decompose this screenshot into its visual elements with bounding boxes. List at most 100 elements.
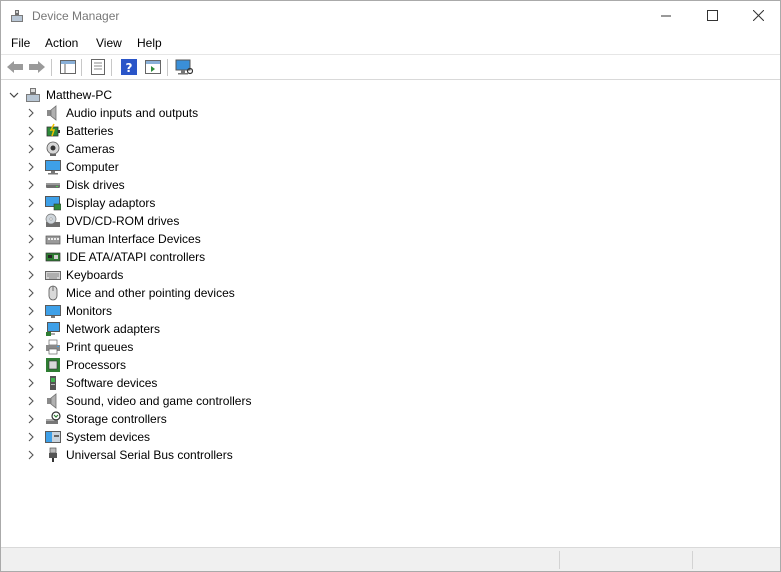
printer-icon (45, 339, 61, 355)
chevron-right-icon[interactable] (26, 230, 36, 248)
window-title: Device Manager (32, 9, 120, 23)
show-hide-console-tree-icon (60, 59, 76, 77)
chevron-right-icon[interactable] (26, 248, 36, 266)
tree-root-label: Matthew-PC (46, 88, 113, 102)
chevron-right-icon[interactable] (26, 122, 36, 140)
tree-item-system-devices[interactable]: System devices (26, 428, 150, 446)
tree-item-monitors[interactable]: Monitors (26, 302, 112, 320)
tree-item-label: Network adapters (66, 322, 161, 336)
menu-view[interactable]: View (96, 36, 122, 50)
chevron-right-icon[interactable] (26, 338, 36, 356)
tree-item-label: Human Interface Devices (66, 232, 201, 246)
chevron-right-icon[interactable] (26, 356, 36, 374)
software-device-icon (45, 375, 61, 391)
close-button[interactable] (735, 1, 781, 32)
tree-item-label: Computer (66, 160, 119, 174)
properties-button[interactable] (88, 58, 108, 78)
tree-item-label: Software devices (66, 376, 158, 390)
chevron-right-icon[interactable] (26, 176, 36, 194)
tree-item-label: Batteries (66, 124, 114, 138)
chevron-right-icon[interactable] (26, 302, 36, 320)
tree-item-cameras[interactable]: Cameras (26, 140, 115, 158)
ide-controller-icon (45, 249, 61, 265)
device-manager-app-icon (10, 9, 24, 23)
tree-item-label: Keyboards (66, 268, 124, 282)
title-bar[interactable]: Device Manager (1, 1, 780, 32)
tree-item-network-adapters[interactable]: Network adapters (26, 320, 160, 338)
menu-file[interactable]: File (11, 36, 30, 50)
system-device-icon (45, 429, 61, 445)
menu-help[interactable]: Help (137, 36, 162, 50)
tree-item-label: Mice and other pointing devices (66, 286, 235, 300)
toolbar: ? (1, 54, 780, 80)
tree-item-software-devices[interactable]: Software devices (26, 374, 157, 392)
maximize-button[interactable] (689, 1, 735, 32)
chevron-right-icon[interactable] (26, 158, 36, 176)
tree-item-keyboards[interactable]: Keyboards (26, 266, 123, 284)
usb-icon (45, 447, 61, 463)
tree-item-disk-drives[interactable]: Disk drives (26, 176, 125, 194)
chevron-right-icon[interactable] (26, 212, 36, 230)
network-adapter-icon (45, 321, 61, 337)
monitor-icon (45, 303, 61, 319)
tree-item-dvd-cd-rom-drives[interactable]: DVD/CD-ROM drives (26, 212, 179, 230)
tree-item-storage-controllers[interactable]: Storage controllers (26, 410, 167, 428)
disk-drive-icon (45, 177, 61, 193)
scan-hardware-button[interactable] (174, 58, 194, 78)
chevron-right-icon[interactable] (26, 374, 36, 392)
tree-item-label: Monitors (66, 304, 113, 318)
back-button[interactable] (5, 58, 25, 78)
toolbar-separator (81, 59, 82, 76)
hid-icon (45, 231, 61, 247)
chevron-right-icon[interactable] (26, 410, 36, 428)
tree-item-print-queues[interactable]: Print queues (26, 338, 133, 356)
minimize-button[interactable] (643, 1, 689, 32)
chevron-right-icon[interactable] (26, 284, 36, 302)
show-hide-console-tree-button[interactable] (58, 58, 78, 78)
tree-item-mice-and-other-pointing-devices[interactable]: Mice and other pointing devices (26, 284, 235, 302)
tree-item-label: Print queues (66, 340, 134, 354)
chevron-right-icon[interactable] (26, 428, 36, 446)
sound-controller-icon (45, 393, 61, 409)
tree-item-processors[interactable]: Processors (26, 356, 126, 374)
processor-icon (45, 357, 61, 373)
forward-button[interactable] (27, 58, 47, 78)
chevron-right-icon[interactable] (26, 194, 36, 212)
mouse-icon (45, 285, 61, 301)
chevron-right-icon[interactable] (26, 266, 36, 284)
menu-bar: File Action View Help (1, 32, 780, 54)
tree-item-human-interface-devices[interactable]: Human Interface Devices (26, 230, 201, 248)
menu-action[interactable]: Action (45, 36, 78, 50)
tree-item-sound-video-and-game-controllers[interactable]: Sound, video and game controllers (26, 392, 251, 410)
chevron-right-icon[interactable] (26, 104, 36, 122)
status-bar-separator (692, 551, 693, 569)
device-tree: Matthew-PC Audio inputs and outputs Batte… (1, 81, 780, 547)
action-pane-button[interactable] (143, 58, 163, 78)
tree-item-computer[interactable]: Computer (26, 158, 119, 176)
tree-root-node[interactable]: Matthew-PC (9, 86, 112, 104)
tree-item-ide-ata-atapi-controllers[interactable]: IDE ATA/ATAPI controllers (26, 248, 205, 266)
tree-item-universal-serial-bus-controllers[interactable]: Universal Serial Bus controllers (26, 446, 233, 464)
device-manager-window: Device Manager File Action View Help ? M… (0, 0, 781, 572)
display-adapter-icon (45, 195, 61, 211)
tree-item-label: Storage controllers (66, 412, 167, 426)
tree-item-label: Processors (66, 358, 127, 372)
forward-arrow-icon (28, 60, 46, 77)
chevron-right-icon[interactable] (26, 320, 36, 338)
chevron-right-icon[interactable] (26, 140, 36, 158)
tree-item-batteries[interactable]: Batteries (26, 122, 113, 140)
tree-item-label: Display adaptors (66, 196, 156, 210)
computer-icon (45, 159, 61, 175)
tree-item-display-adaptors[interactable]: Display adaptors (26, 194, 155, 212)
chevron-down-icon[interactable] (9, 86, 19, 104)
status-bar (1, 547, 780, 571)
chevron-right-icon[interactable] (26, 392, 36, 410)
chevron-right-icon[interactable] (26, 446, 36, 464)
properties-icon (91, 58, 105, 78)
help-button[interactable]: ? (119, 58, 139, 78)
camera-icon (45, 141, 61, 157)
computer-root-icon (25, 87, 41, 103)
tree-item-audio-inputs-and-outputs[interactable]: Audio inputs and outputs (26, 104, 198, 122)
tree-item-label: Audio inputs and outputs (66, 106, 199, 120)
help-icon: ? (121, 58, 137, 78)
